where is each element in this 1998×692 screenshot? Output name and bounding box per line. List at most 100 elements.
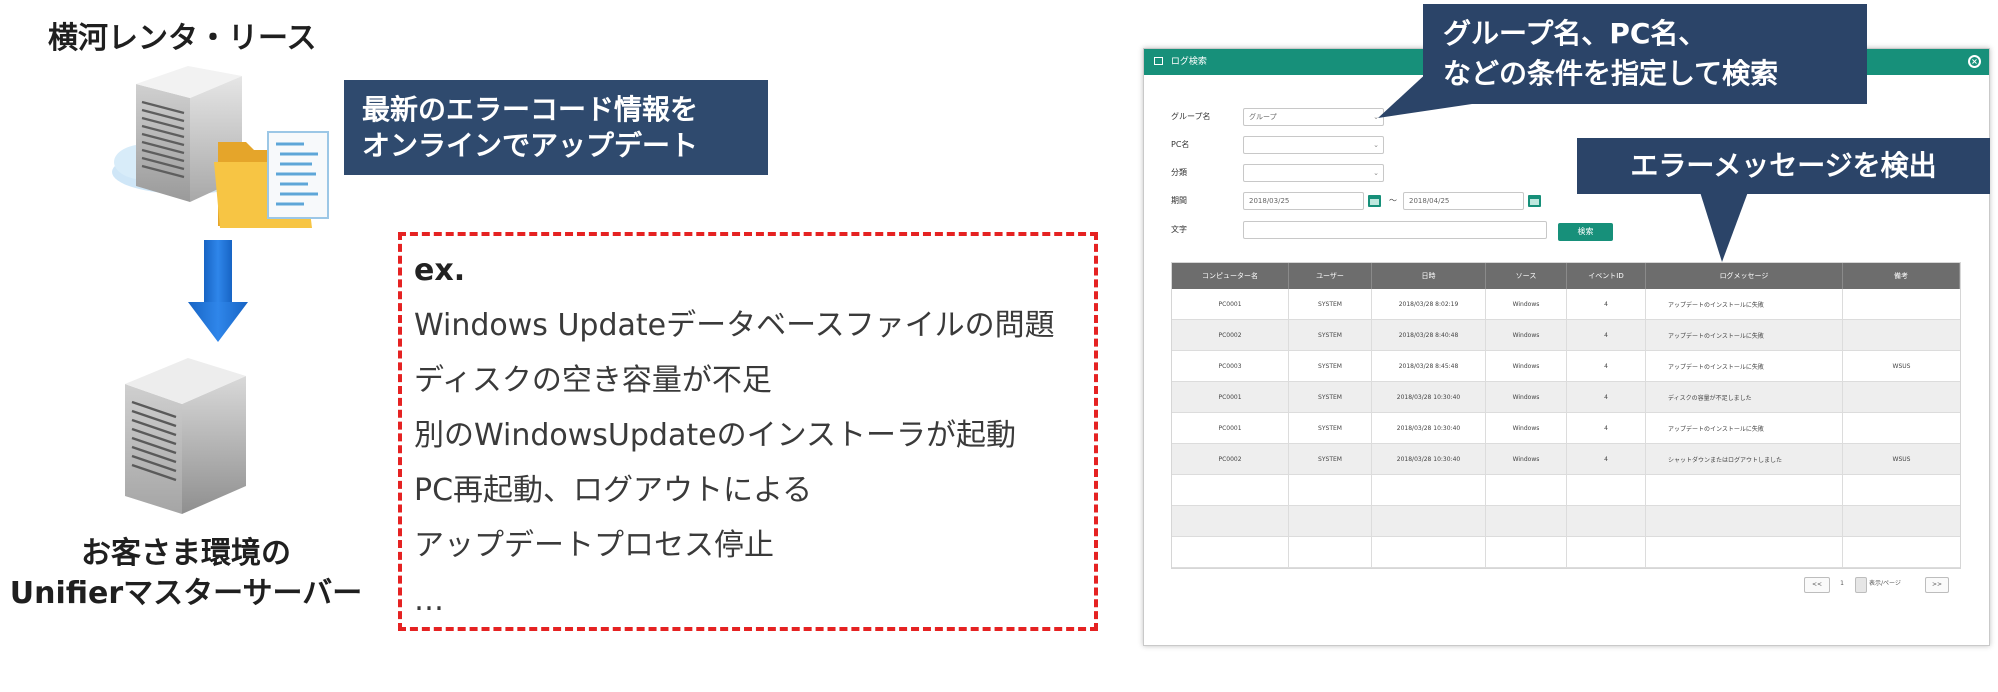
examples-heading: ex. bbox=[414, 253, 466, 288]
table-cell bbox=[1372, 506, 1486, 536]
table-cell bbox=[1843, 320, 1960, 350]
table-cell: SYSTEM bbox=[1289, 413, 1372, 443]
table-cell: 2018/03/28 8:45:48 bbox=[1372, 351, 1486, 381]
table-cell: PC0002 bbox=[1172, 444, 1289, 474]
table-cell: 4 bbox=[1567, 289, 1646, 319]
table-cell: アップデートのインストールに失敗 bbox=[1646, 289, 1843, 319]
search-callout-line1: グループ名、PC名、 bbox=[1443, 17, 1707, 50]
table-cell: 2018/03/28 10:30:40 bbox=[1372, 444, 1486, 474]
table-cell: SYSTEM bbox=[1289, 351, 1372, 381]
table-cell: Windows bbox=[1486, 382, 1567, 412]
column-header[interactable]: ユーザー bbox=[1289, 263, 1372, 289]
empty-table-row bbox=[1172, 537, 1960, 568]
table-cell: 4 bbox=[1567, 444, 1646, 474]
column-header[interactable]: イベントID bbox=[1567, 263, 1646, 289]
customer-server-line1: お客さま環境の bbox=[81, 536, 291, 571]
table-cell bbox=[1289, 537, 1372, 567]
table-header-row: コンピューター名 ユーザー 日時 ソース イベントID ログメッセージ 備考 bbox=[1172, 263, 1960, 289]
table-cell bbox=[1172, 506, 1289, 536]
table-cell bbox=[1646, 475, 1843, 505]
example-item: 別のWindowsUpdateのインストーラが起動 bbox=[414, 418, 1016, 453]
date-from-field[interactable]: 2018/03/25 bbox=[1243, 192, 1364, 210]
page-size-checkbox[interactable] bbox=[1855, 577, 1867, 593]
table-cell: 2018/03/28 8:40:48 bbox=[1372, 320, 1486, 350]
table-cell bbox=[1372, 475, 1486, 505]
table-cell: アップデートのインストールに失敗 bbox=[1646, 351, 1843, 381]
table-cell bbox=[1843, 382, 1960, 412]
table-cell: 2018/03/28 10:30:40 bbox=[1372, 413, 1486, 443]
calendar-icon[interactable] bbox=[1368, 195, 1381, 207]
table-row[interactable]: PC0001 SYSTEM 2018/03/28 10:30:40 Windows 4 デ… bbox=[1172, 382, 1960, 413]
example-item: PC再起動、ログアウトによる bbox=[414, 473, 813, 508]
group-select[interactable]: グループ ⌄ bbox=[1243, 108, 1384, 126]
current-page[interactable]: 1 bbox=[1836, 577, 1848, 593]
table-cell bbox=[1486, 506, 1567, 536]
table-cell bbox=[1567, 475, 1646, 505]
empty-table-row bbox=[1172, 475, 1960, 506]
table-cell: シャットダウンまたはログアウトしました bbox=[1646, 444, 1843, 474]
table-cell: 4 bbox=[1567, 320, 1646, 350]
table-cell: ディスクの容量が不足しました bbox=[1646, 382, 1843, 412]
column-header[interactable]: ログメッセージ bbox=[1646, 263, 1843, 289]
empty-table-row bbox=[1172, 506, 1960, 537]
example-item: Windows Updateデータベースファイルの問題 bbox=[414, 308, 1055, 343]
table-cell: PC0003 bbox=[1172, 351, 1289, 381]
table-cell bbox=[1646, 506, 1843, 536]
table-cell: PC0001 bbox=[1172, 289, 1289, 319]
table-cell bbox=[1843, 475, 1960, 505]
table-cell bbox=[1172, 475, 1289, 505]
folder-document-icon bbox=[214, 131, 329, 228]
column-header[interactable]: ソース bbox=[1486, 263, 1567, 289]
keyword-input[interactable] bbox=[1243, 221, 1547, 239]
pc-select[interactable]: ⌄ bbox=[1243, 136, 1384, 154]
table-row[interactable]: PC0003 SYSTEM 2018/03/28 8:45:48 Windows 4 アッ… bbox=[1172, 351, 1960, 382]
date-to-value: 2018/04/25 bbox=[1409, 197, 1450, 205]
table-cell: Windows bbox=[1486, 351, 1567, 381]
table-cell: WSUS bbox=[1892, 455, 1911, 463]
table-cell: アップデートのインストールに失敗 bbox=[1646, 320, 1843, 350]
prev-page-button[interactable]: << bbox=[1804, 577, 1830, 593]
table-row[interactable]: PC0001 SYSTEM 2018/03/28 10:30:40 Windows 4 ア… bbox=[1172, 413, 1960, 444]
update-note-line1: 最新のエラーコード情報を bbox=[362, 93, 699, 126]
group-select-value: グループ bbox=[1249, 113, 1277, 121]
customer-server-label: お客さま環境の Unifierマスターサーバー bbox=[0, 534, 372, 614]
calendar-icon[interactable] bbox=[1528, 195, 1541, 207]
table-cell bbox=[1843, 289, 1960, 319]
chevron-down-icon: ⌄ bbox=[1373, 169, 1379, 177]
table-cell: 4 bbox=[1567, 382, 1646, 412]
table-cell bbox=[1372, 537, 1486, 567]
table-cell: SYSTEM bbox=[1289, 382, 1372, 412]
table-cell: 4 bbox=[1567, 413, 1646, 443]
table-cell bbox=[1843, 413, 1960, 443]
table-cell bbox=[1486, 537, 1567, 567]
table-cell: Windows bbox=[1486, 320, 1567, 350]
chevron-down-icon: ⌄ bbox=[1373, 141, 1379, 149]
vendor-name: 横河レンタ・リース bbox=[48, 21, 317, 56]
examples-ellipsis: … bbox=[414, 583, 444, 618]
close-circle-icon[interactable]: × bbox=[1968, 55, 1981, 68]
table-cell bbox=[1843, 537, 1960, 567]
date-separator: ～ bbox=[1389, 196, 1397, 205]
table-cell bbox=[1289, 506, 1372, 536]
column-header[interactable]: 備考 bbox=[1843, 263, 1960, 289]
keyword-label: 文字 bbox=[1171, 225, 1187, 234]
table-cell: PC0001 bbox=[1172, 413, 1289, 443]
log-table: コンピューター名 ユーザー 日時 ソース イベントID ログメッセージ 備考 PC0001 SY… bbox=[1171, 262, 1961, 569]
table-cell: 2018/03/28 8:02:19 bbox=[1372, 289, 1486, 319]
table-row[interactable]: PC0001 SYSTEM 2018/03/28 8:02:19 Windows 4 アッ… bbox=[1172, 289, 1960, 320]
table-cell: SYSTEM bbox=[1289, 289, 1372, 319]
table-cell: PC0002 bbox=[1172, 320, 1289, 350]
table-row[interactable]: PC0002 SYSTEM 2018/03/28 8:40:48 Windows 4 アッ… bbox=[1172, 320, 1960, 351]
example-item: アップデートプロセス停止 bbox=[414, 528, 774, 563]
table-cell bbox=[1289, 475, 1372, 505]
page-size-label: 表示/ページ bbox=[1869, 580, 1901, 587]
table-cell: アップデートのインストールに失敗 bbox=[1646, 413, 1843, 443]
table-row[interactable]: PC0002 SYSTEM 2018/03/28 10:30:40 Windows 4 シ… bbox=[1172, 444, 1960, 475]
column-header[interactable]: 日時 bbox=[1372, 263, 1486, 289]
search-button[interactable]: 検索 bbox=[1558, 223, 1613, 241]
date-to-field[interactable]: 2018/04/25 bbox=[1403, 192, 1524, 210]
next-page-button[interactable]: >> bbox=[1925, 577, 1949, 593]
category-select[interactable]: ⌄ bbox=[1243, 164, 1384, 182]
table-cell: Windows bbox=[1486, 289, 1567, 319]
column-header[interactable]: コンピューター名 bbox=[1172, 263, 1289, 289]
